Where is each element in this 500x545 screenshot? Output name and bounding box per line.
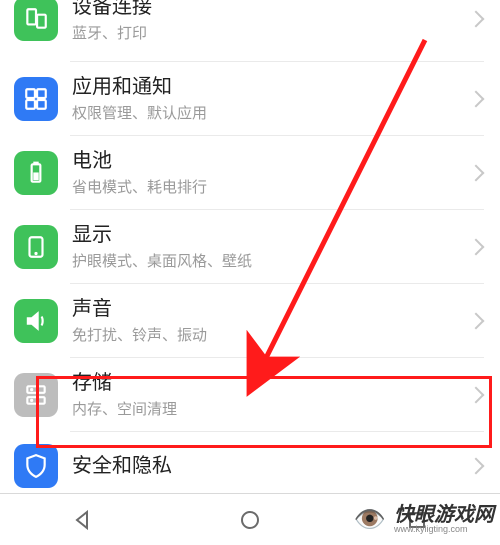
- nav-home-button[interactable]: [236, 506, 264, 534]
- shield-icon: [14, 444, 58, 488]
- settings-item-security-privacy[interactable]: 安全和隐私: [0, 432, 500, 500]
- settings-item-apps-notifications[interactable]: 应用和通知 权限管理、默认应用: [0, 62, 500, 135]
- devices-icon: [14, 0, 58, 41]
- item-subtitle: 蓝牙、打印: [72, 22, 470, 43]
- storage-icon: [14, 373, 58, 417]
- display-icon: [14, 225, 58, 269]
- item-subtitle: 免打扰、铃声、振动: [72, 324, 470, 345]
- chevron-right-icon: [468, 458, 485, 475]
- chevron-right-icon: [468, 312, 485, 329]
- item-title: 电池: [72, 148, 470, 174]
- chevron-right-icon: [468, 238, 485, 255]
- item-subtitle: 权限管理、默认应用: [72, 102, 470, 123]
- settings-item-storage[interactable]: 存储 内存、空间清理: [0, 358, 500, 431]
- battery-icon: [14, 151, 58, 195]
- settings-item-display[interactable]: 显示 护眼模式、桌面风格、壁纸: [0, 210, 500, 283]
- settings-item-sound[interactable]: 声音 免打扰、铃声、振动: [0, 284, 500, 357]
- item-title: 应用和通知: [72, 74, 470, 100]
- settings-item-device-connection[interactable]: 设备连接 蓝牙、打印: [0, 0, 500, 55]
- watermark-url: www.kyligting.com: [394, 525, 494, 534]
- watermark-eye-icon: 👁️: [350, 499, 390, 539]
- apps-icon: [14, 77, 58, 121]
- item-title: 显示: [72, 222, 470, 248]
- item-subtitle: 内存、空间清理: [72, 398, 470, 419]
- nav-back-button[interactable]: [69, 506, 97, 534]
- watermark: 👁️ 快眼游戏网 www.kyligting.com: [350, 499, 494, 539]
- settings-item-battery[interactable]: 电池 省电模式、耗电排行: [0, 136, 500, 209]
- item-title: 声音: [72, 296, 470, 322]
- settings-list: 设备连接 蓝牙、打印 应用和通知 权限管理、默认应用 电池 省电模式、耗电排行: [0, 0, 500, 500]
- chevron-right-icon: [468, 164, 485, 181]
- item-subtitle: 省电模式、耗电排行: [72, 176, 470, 197]
- chevron-right-icon: [468, 90, 485, 107]
- item-subtitle: 护眼模式、桌面风格、壁纸: [72, 250, 470, 271]
- item-title: 安全和隐私: [72, 453, 470, 479]
- chevron-right-icon: [468, 386, 485, 403]
- item-title: 存储: [72, 370, 470, 396]
- item-title: 设备连接: [72, 0, 470, 20]
- sound-icon: [14, 299, 58, 343]
- watermark-text: 快眼游戏网: [394, 505, 494, 525]
- chevron-right-icon: [468, 10, 485, 27]
